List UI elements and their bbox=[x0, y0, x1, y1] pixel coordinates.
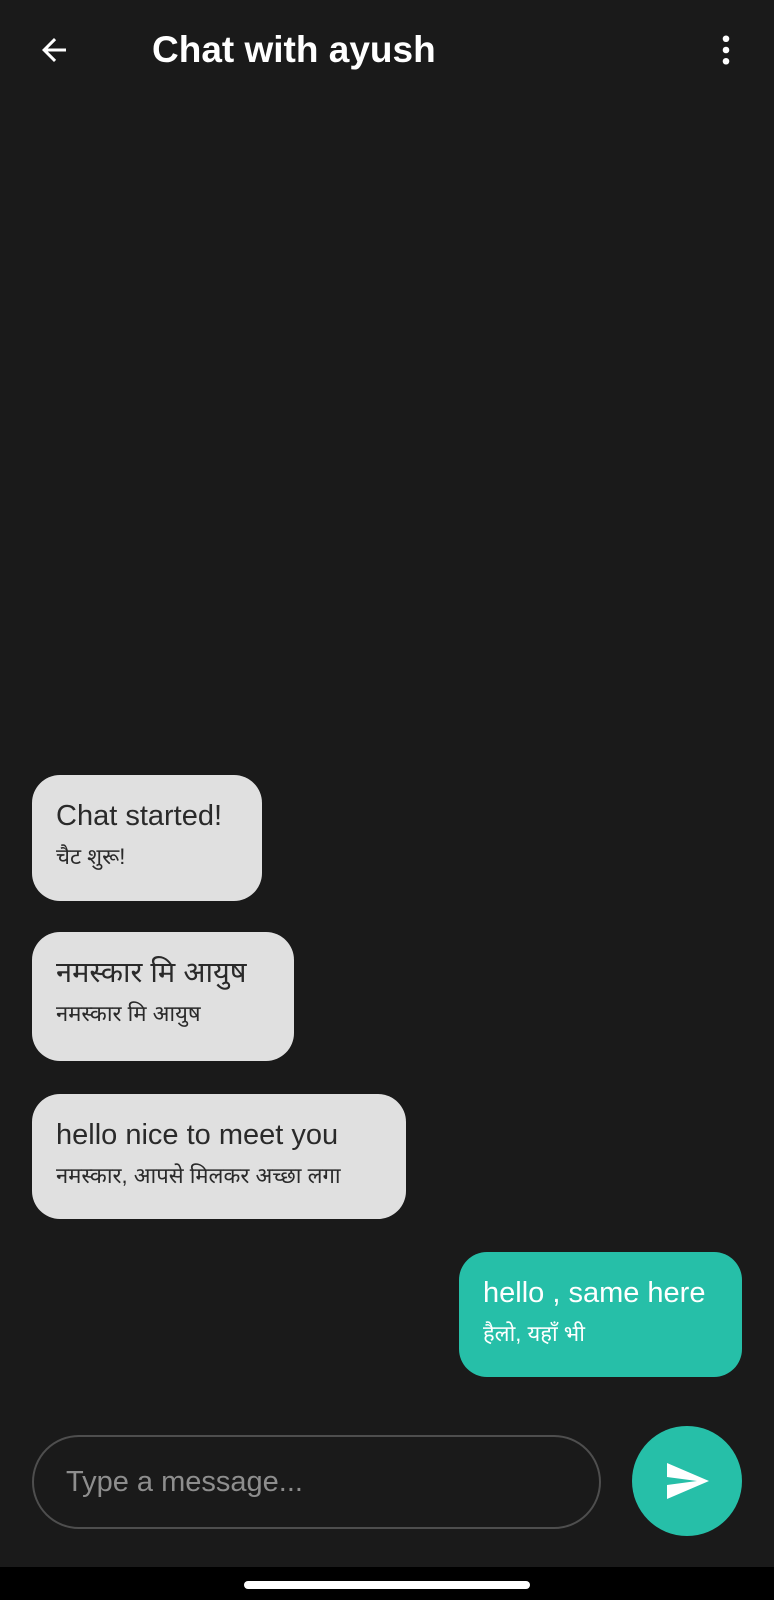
arrow-left-icon bbox=[42, 38, 66, 62]
send-icon bbox=[667, 1463, 709, 1499]
message-bubble-outgoing[interactable]: hello , same here हैलो, यहाँ भी bbox=[459, 1252, 742, 1377]
message-text: hello , same here bbox=[483, 1277, 706, 1309]
message-text: hello nice to meet you bbox=[56, 1119, 339, 1151]
message-translation: हैलो, यहाँ भी bbox=[483, 1321, 585, 1346]
send-button[interactable] bbox=[632, 1426, 742, 1536]
message-translation: नमस्कार, आपसे मिलकर अच्छा लगा bbox=[56, 1163, 341, 1188]
overflow-menu-button[interactable] bbox=[702, 26, 750, 74]
message-translation: नमस्कार मि आयुष bbox=[56, 1001, 201, 1026]
message-bubble-incoming[interactable]: hello nice to meet you नमस्कार, आपसे मिल… bbox=[32, 1094, 406, 1219]
message-bubble-incoming[interactable]: नमस्कार मि आयुष नमस्कार मि आयुष bbox=[32, 932, 294, 1061]
message-input-container bbox=[32, 1435, 601, 1529]
top-app-bar: Chat with ayush bbox=[0, 0, 774, 100]
home-indicator[interactable] bbox=[244, 1581, 530, 1589]
more-vertical-icon bbox=[722, 35, 730, 65]
back-button[interactable] bbox=[30, 26, 78, 74]
message-translation: चैट शुरू! bbox=[56, 844, 126, 869]
message-text: Chat started! bbox=[56, 800, 223, 832]
page-title: Chat with ayush bbox=[152, 29, 436, 70]
message-text: नमस्कार मि आयुष bbox=[56, 957, 247, 989]
chat-screen: Chat with ayush Chat started! चैट शुरू! … bbox=[0, 0, 774, 1600]
message-bubble-incoming[interactable]: Chat started! चैट शुरू! bbox=[32, 775, 262, 901]
message-input[interactable] bbox=[64, 1464, 568, 1500]
